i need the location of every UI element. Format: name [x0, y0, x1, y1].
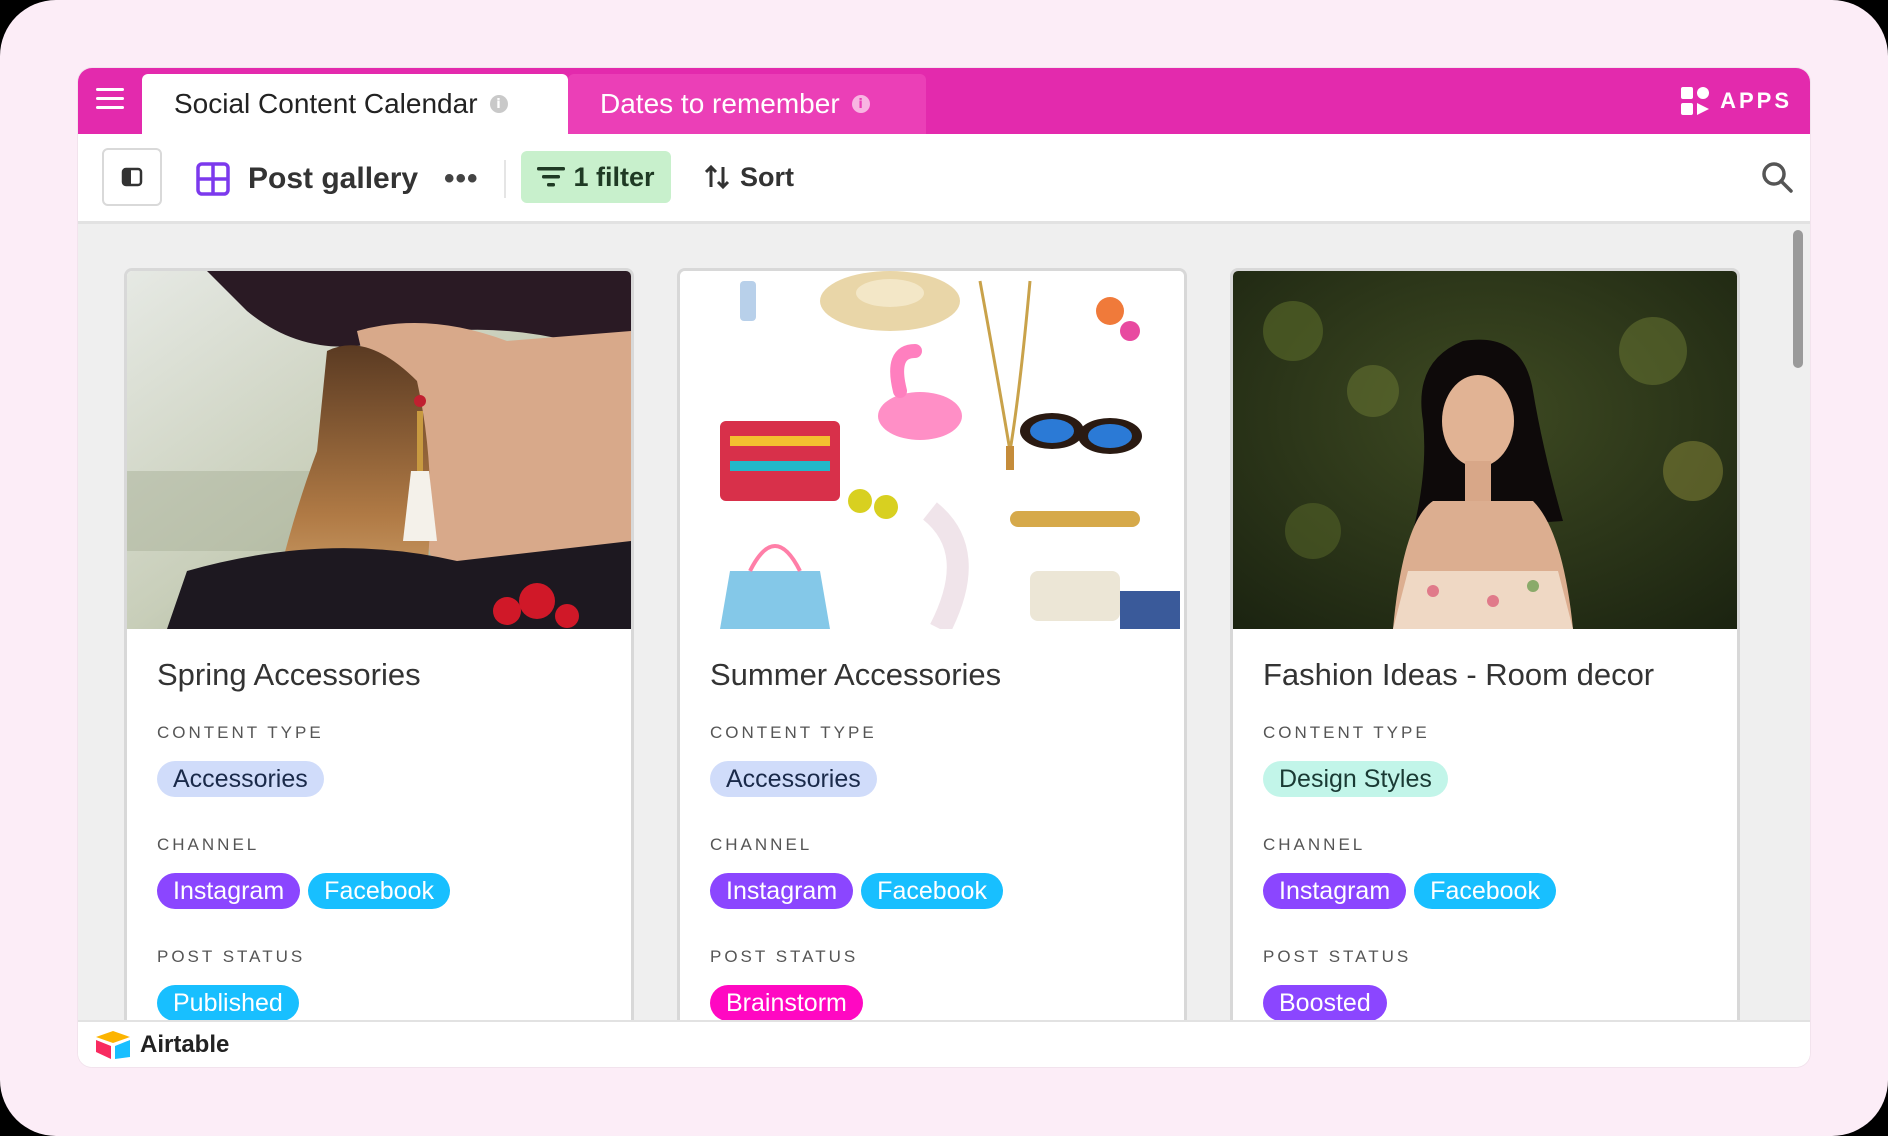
field-label-post-status: POST STATUS	[1263, 947, 1412, 966]
field-label-content-type: CONTENT TYPE	[157, 723, 324, 742]
apps-icon	[1681, 87, 1710, 115]
filter-button[interactable]: 1 filter	[521, 151, 671, 203]
content-type-tags: Accessories	[157, 761, 332, 797]
gallery-card[interactable]: Fashion Ideas - Room decor CONTENT TYPE …	[1230, 268, 1740, 1020]
tag-post-status: Brainstorm	[710, 985, 863, 1020]
channel-tags: Instagram Facebook	[710, 873, 1011, 909]
tag-post-status: Boosted	[1263, 985, 1387, 1020]
gallery-area: Spring Accessories CONTENT TYPE Accessor…	[78, 224, 1810, 1020]
apps-label: APPS	[1720, 88, 1792, 113]
view-switcher[interactable]: Post gallery	[196, 152, 418, 206]
info-icon[interactable]: i	[851, 95, 870, 113]
tag-content-type: Accessories	[157, 761, 324, 797]
sidebar-toggle-button[interactable]	[102, 148, 162, 206]
field-label-channel: CHANNEL	[710, 835, 813, 854]
search-icon	[1762, 162, 1793, 193]
field-label-content-type: CONTENT TYPE	[1263, 723, 1430, 742]
post-status-tags: Brainstorm	[710, 985, 871, 1020]
toolbar-divider	[504, 160, 506, 198]
airtable-brand-link[interactable]: Airtable	[140, 1031, 229, 1059]
tag-content-type: Design Styles	[1263, 761, 1448, 797]
search-button[interactable]	[1760, 160, 1794, 194]
field-label-post-status: POST STATUS	[157, 947, 306, 966]
field-label-channel: CHANNEL	[157, 835, 260, 854]
tag-post-status: Published	[157, 985, 299, 1020]
card-image	[1233, 271, 1737, 629]
gallery-scrollbar[interactable]	[1793, 230, 1803, 368]
app-window: Social Content Calendar i Dates to remem…	[78, 68, 1810, 1067]
view-more-button[interactable]: •••	[444, 152, 479, 206]
card-title: Spring Accessories	[157, 657, 421, 692]
sort-button[interactable]: Sort	[704, 151, 794, 203]
sort-icon	[704, 164, 730, 190]
card-image	[680, 271, 1184, 629]
view-name-label: Post gallery	[248, 162, 419, 195]
channel-tags: Instagram Facebook	[157, 873, 458, 909]
tag-channel-facebook: Facebook	[1414, 873, 1556, 909]
tab-dates-to-remember[interactable]: Dates to remember i	[568, 74, 926, 134]
info-icon[interactable]: i	[489, 95, 508, 113]
gallery-card[interactable]: Summer Accessories CONTENT TYPE Accessor…	[677, 268, 1187, 1020]
sort-label: Sort	[740, 161, 794, 192]
gallery-card[interactable]: Spring Accessories CONTENT TYPE Accessor…	[124, 268, 634, 1020]
field-label-content-type: CONTENT TYPE	[710, 723, 877, 742]
post-status-tags: Published	[157, 985, 307, 1020]
tag-channel-facebook: Facebook	[861, 873, 1003, 909]
tab-social-content-calendar[interactable]: Social Content Calendar i	[142, 74, 568, 134]
field-label-channel: CHANNEL	[1263, 835, 1366, 854]
tag-channel-instagram: Instagram	[710, 873, 854, 909]
view-toolbar: Post gallery ••• 1 filter Sort	[78, 134, 1810, 224]
airtable-logo-icon	[96, 1030, 130, 1059]
menu-icon[interactable]	[96, 88, 124, 112]
tag-content-type: Accessories	[710, 761, 877, 797]
tab-label: Social Content Calendar	[174, 88, 478, 119]
gallery-icon	[196, 162, 230, 196]
post-status-tags: Boosted	[1263, 985, 1395, 1020]
channel-tags: Instagram Facebook	[1263, 873, 1564, 909]
tag-channel-instagram: Instagram	[1263, 873, 1407, 909]
filter-label: 1 filter	[573, 161, 655, 192]
card-title: Fashion Ideas - Room decor	[1263, 657, 1655, 692]
footer: Airtable	[78, 1020, 1810, 1067]
sidebar-icon	[121, 167, 143, 187]
tag-channel-instagram: Instagram	[157, 873, 301, 909]
card-title: Summer Accessories	[710, 657, 1002, 692]
top-bar: Social Content Calendar i Dates to remem…	[78, 68, 1810, 134]
field-label-post-status: POST STATUS	[710, 947, 859, 966]
filter-icon	[537, 167, 566, 187]
content-type-tags: Design Styles	[1263, 761, 1456, 797]
tab-label: Dates to remember	[600, 88, 840, 119]
background-frame: Social Content Calendar i Dates to remem…	[0, 0, 1888, 1136]
card-image	[127, 271, 631, 629]
content-type-tags: Accessories	[710, 761, 885, 797]
tag-channel-facebook: Facebook	[308, 873, 450, 909]
apps-button[interactable]: APPS	[1680, 84, 1792, 118]
